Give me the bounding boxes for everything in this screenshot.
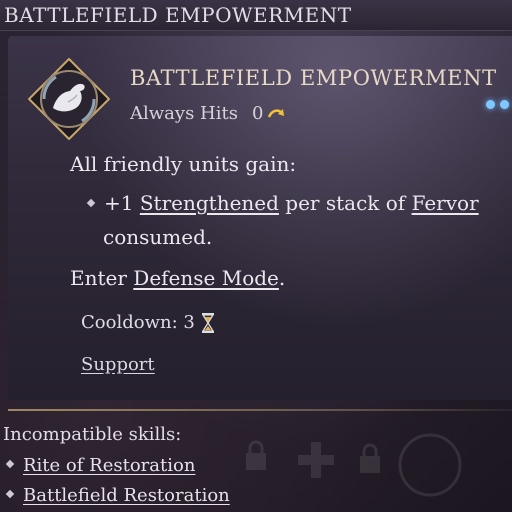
enter-mode-line: Enter Defense Mode. (70, 266, 285, 290)
page-dot[interactable] (500, 100, 509, 109)
incompatible-skills-label: Incompatible skills: (3, 424, 182, 445)
effect-bullet: +1 Strengthened per stack of Fervor cons… (86, 186, 488, 254)
rite-of-restoration-link[interactable]: Rite of Restoration (23, 455, 195, 476)
enter-prefix: Enter (70, 266, 127, 290)
effect-intro: All friendly units gain: (70, 152, 297, 176)
faded-skill-ring-icon (398, 433, 462, 497)
hit-type-label: Always Hits (130, 103, 238, 124)
page-dot[interactable] (486, 100, 495, 109)
action-cost-value: 0 (251, 103, 264, 124)
category-support-link[interactable]: Support (81, 354, 155, 375)
faded-cross-icon (298, 442, 334, 478)
incompatible-skill-item: Rite of Restoration (5, 455, 195, 476)
header-bar: BATTLEFIELD EMPOWERMENT (0, 0, 512, 31)
bullet-diamond-icon (5, 489, 15, 499)
battlefield-restoration-link[interactable]: Battlefield Restoration (23, 485, 230, 506)
defense-mode-link[interactable]: Defense Mode (133, 266, 279, 290)
skill-title: BATTLEFIELD EMPOWERMENT (130, 66, 497, 90)
bullet-suffix: consumed. (103, 225, 213, 249)
bullet-diamond-icon (86, 198, 96, 207)
flexed-arm-icon[interactable] (28, 58, 110, 140)
hourglass-icon (201, 312, 214, 333)
bullet-diamond-icon (5, 459, 15, 469)
bullet-mid: per stack of (285, 191, 406, 215)
faded-lock-icon (360, 443, 380, 473)
hit-info-row: Always Hits 0 (130, 103, 285, 124)
section-divider (8, 409, 512, 411)
strengthened-link[interactable]: Strengthened (140, 191, 279, 215)
cooldown: Cooldown: 3 (81, 312, 215, 333)
faded-lock-icon (246, 440, 266, 470)
fervor-link[interactable]: Fervor (412, 191, 479, 215)
incompatible-skill-item: Battlefield Restoration (5, 485, 230, 506)
page-indicator-dots[interactable] (486, 100, 509, 109)
cooldown-label: Cooldown: 3 (81, 312, 195, 333)
curved-arrow-icon (268, 108, 285, 118)
action-cost: 0 (252, 103, 285, 124)
enter-suffix: . (278, 266, 286, 290)
header-title: BATTLEFIELD EMPOWERMENT (4, 3, 352, 27)
bullet-prefix: +1 (104, 191, 134, 215)
